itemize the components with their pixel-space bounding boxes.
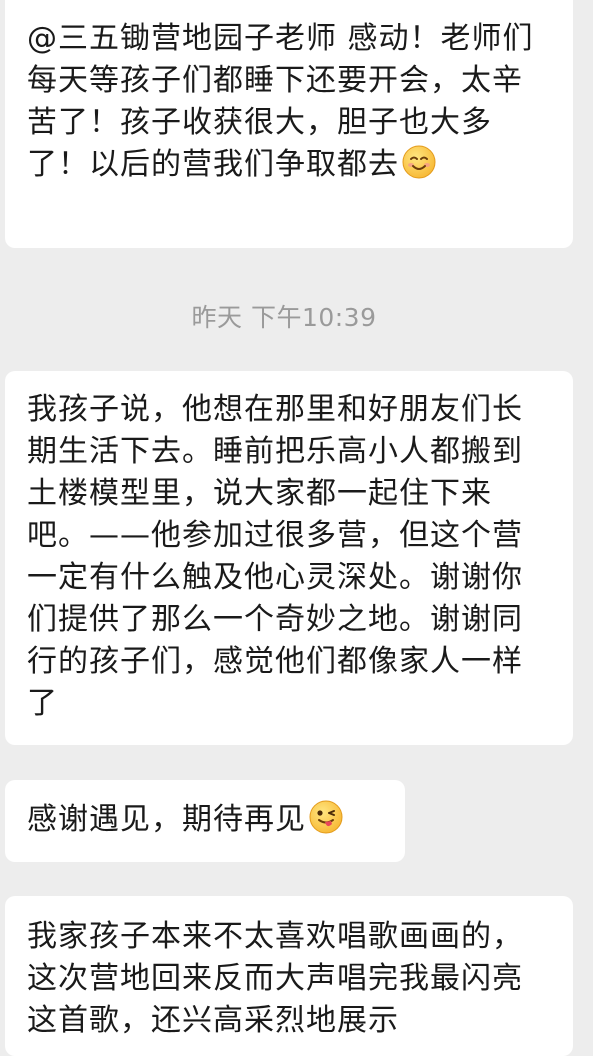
message-bubble[interactable]: @三五锄营地园子老师 感动！老师们每天等孩子们都睡下还要开会，太辛苦了！孩子收获… bbox=[5, 0, 573, 248]
message-timestamp: 昨天 下午10:39 bbox=[191, 303, 377, 332]
chat-transcript[interactable]: @三五锄营地园子老师 感动！老师们每天等孩子们都睡下还要开会，太辛苦了！孩子收获… bbox=[0, 0, 593, 1056]
message-text: 感谢遇见，期待再见 bbox=[27, 802, 306, 837]
message-text: @三五锄营地园子老师 感动！老师们每天等孩子们都睡下还要开会，太辛苦了！孩子收获… bbox=[27, 21, 534, 182]
message-text: 我孩子说，他想在那里和好朋友们长期生活下去。睡前把乐高小人都搬到土楼模型里，说大… bbox=[27, 392, 523, 721]
smiling-face-emoji-icon bbox=[401, 144, 437, 180]
message-bubble[interactable]: 我孩子说，他想在那里和好朋友们长期生活下去。睡前把乐高小人都搬到土楼模型里，说大… bbox=[5, 371, 573, 745]
winking-tongue-face-emoji-icon bbox=[308, 799, 344, 835]
message-bubble[interactable]: 我家孩子本来不太喜欢唱歌画画的，这次营地回来反而大声唱完我最闪亮这首歌，还兴高采… bbox=[5, 896, 573, 1056]
message-bubble[interactable]: 感谢遇见，期待再见 bbox=[5, 780, 405, 862]
message-text: 我家孩子本来不太喜欢唱歌画画的，这次营地回来反而大声唱完我最闪亮这首歌，还兴高采… bbox=[27, 919, 523, 1038]
